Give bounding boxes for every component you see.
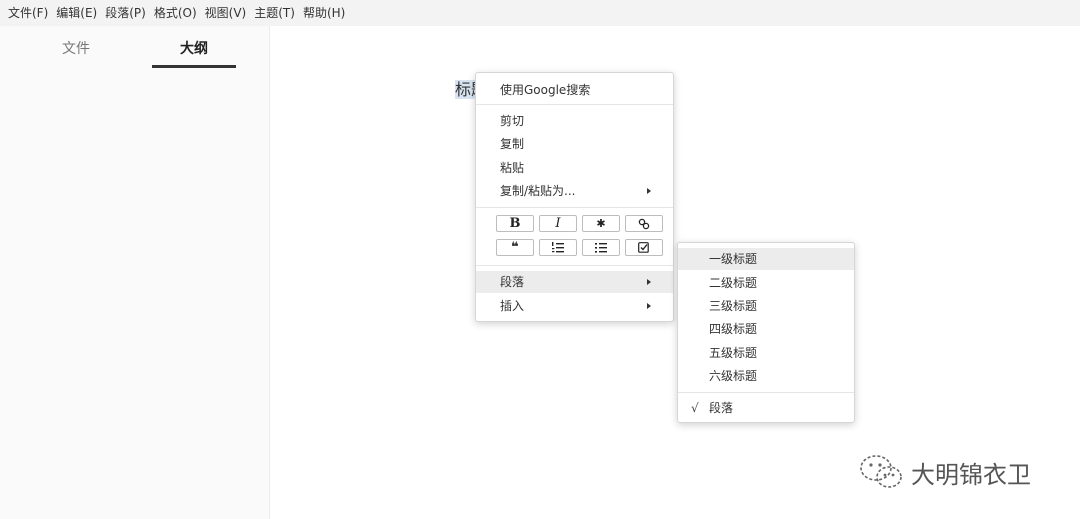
menu-item-paste[interactable]: 粘贴 bbox=[476, 157, 673, 179]
tab-outline[interactable]: 大纲 bbox=[152, 36, 236, 66]
submenu-item-heading-2[interactable]: 二级标题 bbox=[678, 272, 854, 294]
menu-item-paragraph-label: 段落 bbox=[500, 275, 525, 289]
context-menu: 使用Google搜索 剪切 复制 粘贴 复制/粘贴为... B I ✱ ❝ 段落… bbox=[475, 72, 674, 322]
menu-divider bbox=[476, 265, 673, 266]
menu-item-copy-paste-as[interactable]: 复制/粘贴为... bbox=[476, 180, 673, 202]
menu-edit[interactable]: 编辑(E) bbox=[52, 0, 101, 26]
menu-item-cut[interactable]: 剪切 bbox=[476, 110, 673, 132]
menu-item-google-search[interactable]: 使用Google搜索 bbox=[476, 79, 673, 101]
italic-button[interactable]: I bbox=[539, 215, 577, 232]
active-tab-indicator bbox=[152, 65, 236, 68]
sidebar: 文件 大纲 bbox=[0, 26, 270, 519]
tab-files[interactable]: 文件 bbox=[40, 36, 112, 66]
menu-divider bbox=[678, 392, 854, 393]
submenu-item-heading-3[interactable]: 三级标题 bbox=[678, 295, 854, 317]
wechat-icon bbox=[860, 455, 902, 488]
menu-item-copy-paste-as-label: 复制/粘贴为... bbox=[500, 184, 576, 198]
menu-paragraph[interactable]: 段落(P) bbox=[101, 0, 150, 26]
menu-item-insert-label: 插入 bbox=[500, 299, 525, 313]
selected-heading-text[interactable]: 标题 bbox=[455, 76, 475, 100]
menu-item-paragraph[interactable]: 段落 bbox=[476, 271, 673, 293]
menu-theme[interactable]: 主题(T) bbox=[250, 0, 299, 26]
submenu-arrow-icon bbox=[647, 188, 651, 194]
submenu-item-heading-4[interactable]: 四级标题 bbox=[678, 318, 854, 340]
unordered-list-icon bbox=[595, 243, 607, 253]
menu-divider bbox=[476, 207, 673, 208]
quote-button[interactable]: ❝ bbox=[496, 239, 534, 256]
watermark-text: 大明锦衣卫 bbox=[911, 460, 1031, 489]
bold-button[interactable]: B bbox=[496, 215, 534, 232]
menu-item-insert[interactable]: 插入 bbox=[476, 295, 673, 317]
link-icon bbox=[638, 218, 650, 229]
menu-bar: 文件(F) 编辑(E) 段落(P) 格式(O) 视图(V) 主题(T) 帮助(H… bbox=[0, 0, 1080, 26]
link-button[interactable] bbox=[625, 215, 663, 232]
ordered-list-icon bbox=[552, 242, 564, 253]
submenu-item-paragraph[interactable]: √ 段落 bbox=[678, 397, 854, 419]
submenu-item-heading-5[interactable]: 五级标题 bbox=[678, 342, 854, 364]
menu-file[interactable]: 文件(F) bbox=[4, 0, 52, 26]
menu-item-copy[interactable]: 复制 bbox=[476, 133, 673, 155]
text-selection: 标题 bbox=[455, 80, 475, 99]
submenu-item-heading-1[interactable]: 一级标题 bbox=[678, 248, 854, 270]
paragraph-submenu: 一级标题 二级标题 三级标题 四级标题 五级标题 六级标题 √ 段落 bbox=[677, 242, 855, 423]
menu-view[interactable]: 视图(V) bbox=[201, 0, 251, 26]
submenu-arrow-icon bbox=[647, 303, 651, 309]
checkbox-icon bbox=[638, 242, 649, 253]
emphasis-button[interactable]: ✱ bbox=[582, 215, 620, 232]
editor-area[interactable] bbox=[271, 26, 1080, 519]
submenu-item-paragraph-label: 段落 bbox=[709, 401, 734, 415]
submenu-item-heading-6[interactable]: 六级标题 bbox=[678, 365, 854, 387]
submenu-arrow-icon bbox=[647, 279, 651, 285]
menu-help[interactable]: 帮助(H) bbox=[299, 0, 349, 26]
menu-format[interactable]: 格式(O) bbox=[150, 0, 201, 26]
task-list-button[interactable] bbox=[625, 239, 663, 256]
watermark: 大明锦衣卫 bbox=[857, 452, 1031, 492]
checkmark-icon: √ bbox=[691, 401, 699, 415]
unordered-list-button[interactable] bbox=[582, 239, 620, 256]
ordered-list-button[interactable] bbox=[539, 239, 577, 256]
menu-divider bbox=[476, 104, 673, 105]
